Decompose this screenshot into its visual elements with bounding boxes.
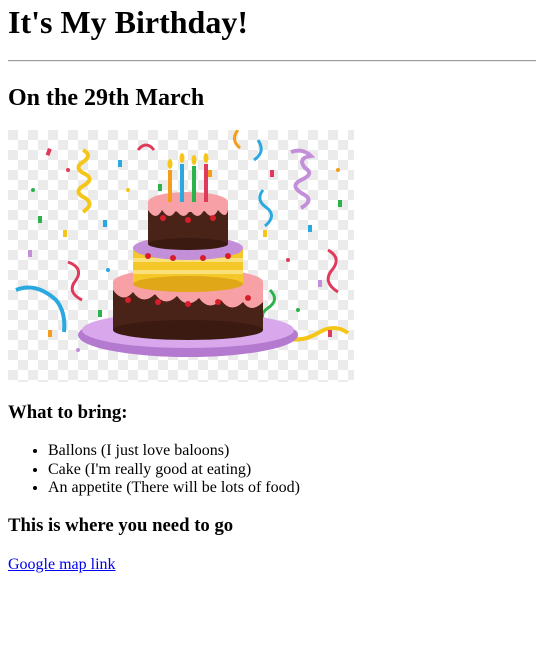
date-heading: On the 29th March [8, 85, 205, 111]
list-item: Ballons (I just love baloons) [48, 442, 300, 461]
list-item: Cake (I'm really good at eating) [48, 461, 300, 480]
google-map-link[interactable]: Google map link [8, 555, 116, 574]
bring-heading: What to bring: [8, 402, 128, 423]
list-item: An appetite (There will be lots of food) [48, 479, 300, 498]
bring-list: Ballons (I just love baloons) Cake (I'm … [8, 442, 300, 498]
birthday-cake-image [8, 130, 354, 382]
location-heading: This is where you need to go [8, 515, 234, 536]
divider [8, 60, 536, 62]
page: It's My Birthday! On the 29th March What… [0, 0, 544, 670]
page-title: It's My Birthday! [8, 4, 248, 40]
